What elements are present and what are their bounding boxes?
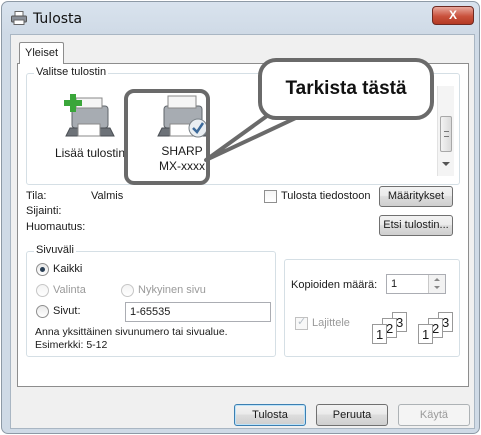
collate-page-1-digit: 1: [376, 327, 384, 342]
current-page-radio: [121, 284, 134, 297]
preferences-button[interactable]: Määritykset: [379, 186, 453, 207]
page-range-group: Sivuväli Kaikki Valinta Nykyinen sivu Si…: [26, 244, 276, 357]
find-printer-button[interactable]: Etsi tulostin...: [379, 215, 453, 236]
current-page-label: Nykyinen sivu: [138, 284, 206, 296]
apply-button: Käytä: [398, 404, 470, 426]
collate-page-1: 1: [372, 324, 387, 344]
collate-stack-1: 3 2 1: [370, 312, 410, 350]
copies-label: Kopioiden määrä:: [291, 279, 378, 291]
comment-label: Huomautus:: [26, 221, 86, 233]
close-icon: X: [448, 8, 457, 22]
add-printer-icon: [64, 94, 115, 137]
all-pages-label[interactable]: Kaikki: [53, 263, 82, 275]
copies-value: 1: [391, 278, 398, 290]
cancel-button[interactable]: Peruuta: [316, 404, 388, 426]
callout-box: Tarkista tästä: [258, 58, 434, 120]
copies-spinner[interactable]: [428, 275, 445, 293]
spin-up-icon[interactable]: [434, 278, 440, 281]
spin-down-icon[interactable]: [434, 286, 440, 289]
printer-icon: [11, 11, 27, 25]
scrollbar-thumb[interactable]: [440, 116, 452, 152]
selection-label: Valinta: [53, 284, 86, 296]
scrollbar-grip-icon: [444, 131, 449, 137]
highlight-frame: [124, 89, 210, 185]
status-value: Valmis: [91, 190, 124, 202]
collate-page-1b-digit: 1: [422, 327, 430, 342]
status-label: Tila:: [26, 190, 47, 202]
page-range-hint-line2: Esimerkki: 5-12: [35, 339, 108, 351]
close-button[interactable]: X: [432, 6, 474, 25]
collate-page-3b-digit: 3: [442, 315, 450, 330]
selection-radio: [36, 284, 49, 297]
printer-list-scrollbar[interactable]: [437, 86, 454, 176]
copies-group: Kopioiden määrä: 1 ✓ Lajittele 3 2 1 3 2…: [284, 259, 460, 357]
collate-page-1b: 1: [418, 324, 433, 344]
collate-page-2-digit: 2: [386, 321, 394, 336]
all-pages-radio[interactable]: [36, 263, 49, 276]
collate-page-2b-digit: 2: [432, 321, 440, 336]
checkmark-icon: ✓: [297, 316, 307, 328]
select-printer-legend: Valitse tulostin: [34, 66, 109, 78]
scroll-down-arrow-icon[interactable]: [442, 162, 450, 166]
collate-page-3-digit: 3: [396, 315, 404, 330]
print-button[interactable]: Tulosta: [234, 404, 306, 426]
tab-general[interactable]: Yleiset: [19, 42, 64, 64]
collate-stack-2: 3 2 1: [416, 312, 456, 350]
print-to-file-checkbox[interactable]: [264, 190, 277, 203]
pages-radio[interactable]: [36, 305, 49, 318]
pages-input[interactable]: 1-65535: [125, 302, 271, 322]
print-to-file-label[interactable]: Tulosta tiedostoon: [281, 190, 370, 202]
printer-item-add[interactable]: Lisää tulostin: [42, 90, 132, 170]
page-range-hint-line1: Anna yksittäinen sivunumero tai sivualue…: [35, 326, 228, 338]
window-title: Tulosta: [33, 11, 83, 27]
title-bar[interactable]: Tulosta X: [2, 2, 479, 34]
collate-illustration: 3 2 1 3 2 1: [370, 312, 456, 352]
collate-label: Lajittele: [312, 317, 350, 329]
collate-checkbox: ✓: [295, 316, 308, 330]
page-range-legend: Sivuväli: [34, 244, 76, 256]
pages-label[interactable]: Sivut:: [53, 305, 81, 317]
location-label: Sijainti:: [26, 205, 62, 217]
